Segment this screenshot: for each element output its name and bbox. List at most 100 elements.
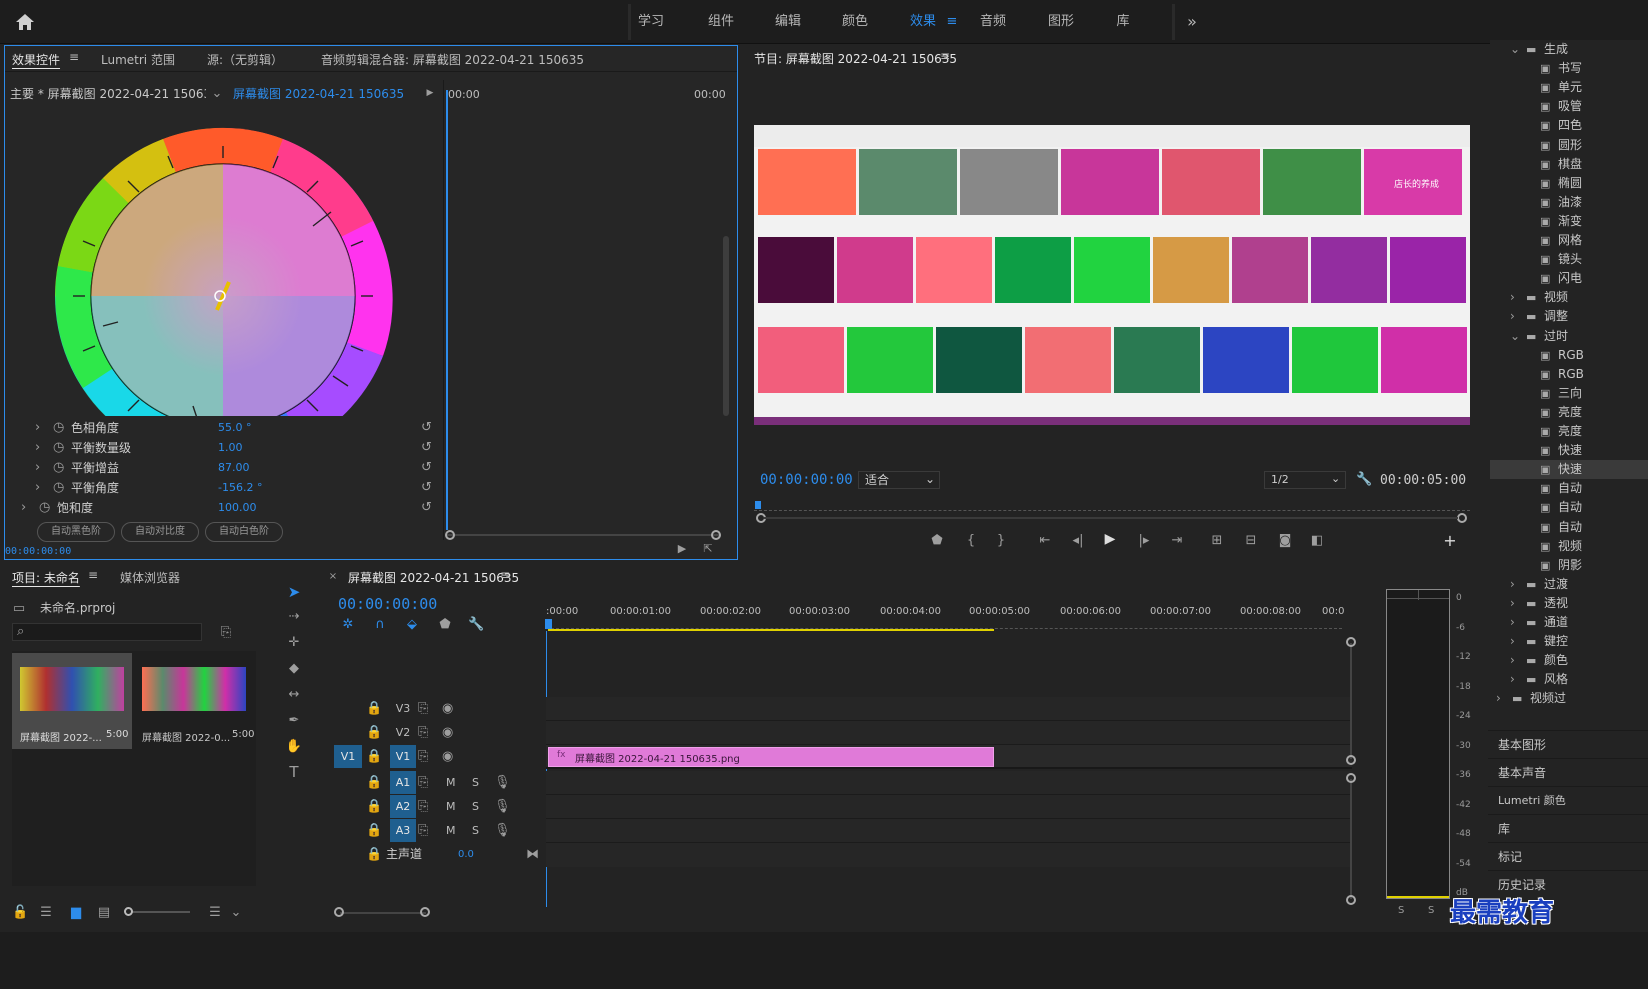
reset-icon[interactable]: ↺ (421, 438, 432, 458)
chevron-down-icon[interactable]: ⌄ (230, 905, 242, 920)
chevron-right-icon[interactable]: › (35, 438, 40, 458)
ec-scrollbar[interactable] (723, 236, 729, 416)
ws-effects[interactable]: 效果 (900, 0, 946, 44)
tab-menu-icon[interactable]: ≡ (69, 50, 79, 64)
timeline-vscroll-video[interactable] (1346, 637, 1358, 765)
zoom-slider[interactable] (124, 907, 190, 916)
program-scrubber[interactable] (754, 501, 1470, 527)
chevron-right-icon[interactable]: › (1510, 575, 1515, 594)
snap-icon[interactable]: ∩ (372, 617, 388, 632)
mark-out-icon[interactable]: } (994, 533, 1008, 548)
timeline-hscroll[interactable] (334, 907, 430, 919)
effect-folder[interactable]: › ▬ 视频 (1490, 288, 1648, 307)
reset-icon[interactable]: ↺ (421, 498, 432, 518)
slip-tool-icon[interactable]: ↔ (284, 687, 304, 702)
effect-item[interactable]: ▣ 四色 (1490, 116, 1648, 135)
master-value[interactable]: 0.0 (458, 843, 474, 866)
sync-lock-icon[interactable]: ⎘ (418, 697, 428, 720)
timeline-clip[interactable]: fx 屏幕截图 2022-04-21 150635.png (548, 747, 994, 767)
prop-value[interactable]: 87.00 (218, 458, 250, 478)
solo-button[interactable]: S (472, 819, 479, 842)
effect-item[interactable]: ▣ 渐变 (1490, 212, 1648, 231)
stopwatch-icon[interactable]: ◷ (53, 478, 64, 498)
effect-item[interactable]: ▣ 视频 (1490, 537, 1648, 556)
compare-icon[interactable]: ◧ (1308, 533, 1326, 548)
sync-lock-icon[interactable]: ⎘ (418, 771, 428, 794)
program-menu-icon[interactable]: ≡ (940, 49, 950, 63)
step-back-icon[interactable]: ◂| (1070, 533, 1086, 548)
prop-value[interactable]: 1.00 (218, 438, 243, 458)
sort-icon[interactable]: ☰ (208, 905, 222, 920)
chevron-right-icon[interactable]: › (1496, 689, 1501, 708)
chevron-down-icon[interactable]: ⌄ (1510, 327, 1520, 346)
master-clip-label[interactable]: 主要 * 屏幕截图 2022-04-21 150635... (10, 84, 206, 104)
ws-audio[interactable]: 音频 (970, 0, 1016, 44)
chevron-right-icon[interactable]: › (1510, 632, 1515, 651)
stopwatch-icon[interactable]: ◷ (53, 458, 64, 478)
wrench-icon[interactable]: 🔧 (468, 617, 484, 632)
effect-folder[interactable]: › ▬ 键控 (1490, 632, 1648, 651)
tab-effect-controls[interactable]: 效果控件 (12, 51, 60, 68)
solo-button[interactable]: S (472, 795, 479, 818)
effect-folder[interactable]: › ▬ 通道 (1490, 613, 1648, 632)
chevron-right-icon[interactable]: › (1510, 288, 1515, 307)
project-menu-icon[interactable]: ≡ (88, 568, 98, 582)
tab-source[interactable]: 源:（无剪辑） (207, 51, 283, 68)
effect-item[interactable]: ▣ RGB (1490, 346, 1648, 365)
timeline-ruler[interactable]: :00:00 00:00:01:00 00:00:02:00 00:00:03:… (545, 603, 1352, 633)
microphone-icon[interactable]: 🎙 (494, 795, 511, 818)
timeline-menu-icon[interactable]: ≡ (500, 568, 510, 582)
tab-project[interactable]: 项目: 未命名 (12, 569, 80, 586)
mark-in-icon[interactable]: { (964, 533, 978, 548)
tab-audio-clip-mixer[interactable]: 音频剪辑混合器: 屏幕截图 2022-04-21 150635 (321, 51, 584, 68)
prop-value[interactable]: -156.2 ° (218, 478, 262, 498)
selection-tool-icon[interactable]: ➤ (284, 583, 304, 601)
lock-icon[interactable]: 🔒 (366, 795, 382, 818)
program-video[interactable]: 店长的养成 (754, 125, 1470, 425)
effect-folder[interactable]: ⌄ ▬ 生成 (1490, 40, 1648, 59)
ripple-edit-icon[interactable]: ✛ (284, 635, 304, 650)
track-header-a2[interactable]: 🔒 A2 ⎘ M S 🎙 (332, 795, 544, 818)
eye-icon[interactable]: ◉ (442, 721, 453, 744)
project-item[interactable]: 屏幕截图 2022-0... 5:00 (136, 653, 256, 749)
effect-folder[interactable]: › ▬ 调整 (1490, 307, 1648, 326)
tab-essential-sound[interactable]: 基本声音 (1488, 758, 1648, 786)
effect-item[interactable]: ▣ 闪电 (1490, 269, 1648, 288)
filter-icon[interactable]: ▶ (675, 542, 689, 555)
effect-item[interactable]: ▣ 棋盘 (1490, 155, 1648, 174)
razor-tool-icon[interactable]: ◆ (284, 661, 304, 676)
effect-item[interactable]: ▣ 亮度 (1490, 422, 1648, 441)
home-icon[interactable] (14, 12, 36, 32)
ec-hscroll[interactable] (445, 530, 721, 540)
nest-icon[interactable]: ✲ (340, 617, 356, 632)
effect-folder[interactable]: › ▬ 透视 (1490, 594, 1648, 613)
chevron-right-icon[interactable]: › (1510, 613, 1515, 632)
track-header-v1[interactable]: V1 🔒 V1 ⎘ ◉ (332, 745, 544, 768)
effect-item[interactable]: ▣ 椭圆 (1490, 174, 1648, 193)
effect-folder[interactable]: ⌄ ▬ 过时 (1490, 327, 1648, 346)
effect-item[interactable]: ▣ 镜头 (1490, 250, 1648, 269)
meter-solo-right[interactable]: S (1428, 905, 1434, 916)
effect-item[interactable]: ▣ 单元 (1490, 78, 1648, 97)
ws-effects-menu-icon[interactable]: ≡ (944, 0, 960, 44)
auto-black-button[interactable]: 自动黑色阶 (37, 522, 115, 542)
pen-tool-icon[interactable]: ✒ (284, 713, 304, 728)
sync-lock-icon[interactable]: ⎘ (418, 745, 428, 768)
auto-white-button[interactable]: 自动白色阶 (205, 522, 283, 542)
go-to-in-icon[interactable]: ⇤ (1036, 533, 1054, 548)
tab-lumetri-color[interactable]: Lumetri 颜色 (1488, 786, 1648, 814)
resolution-dropdown[interactable]: 1/2 ⌄ (1264, 471, 1346, 489)
prop-row-balance-gain[interactable]: › ◷ 平衡增益 87.00 ↺ (5, 458, 443, 478)
timeline-vscroll-audio[interactable] (1346, 773, 1358, 905)
effect-item[interactable]: ▣ 三向 (1490, 384, 1648, 403)
microphone-icon[interactable]: 🎙 (494, 819, 511, 842)
prop-value[interactable]: 100.00 (218, 498, 257, 518)
effect-item[interactable]: ▣ 圆形 (1490, 136, 1648, 155)
ws-learn[interactable]: 学习 (628, 0, 674, 44)
chevron-right-icon[interactable]: › (1510, 670, 1515, 689)
effect-item[interactable]: ▣ 快速 (1490, 460, 1648, 480)
chevron-right-icon[interactable]: › (1510, 594, 1515, 613)
ws-edit[interactable]: 编辑 (765, 0, 811, 44)
ec-timeline[interactable]: 00:00 00:00 (443, 80, 727, 540)
tab-markers[interactable]: 标记 (1488, 842, 1648, 870)
